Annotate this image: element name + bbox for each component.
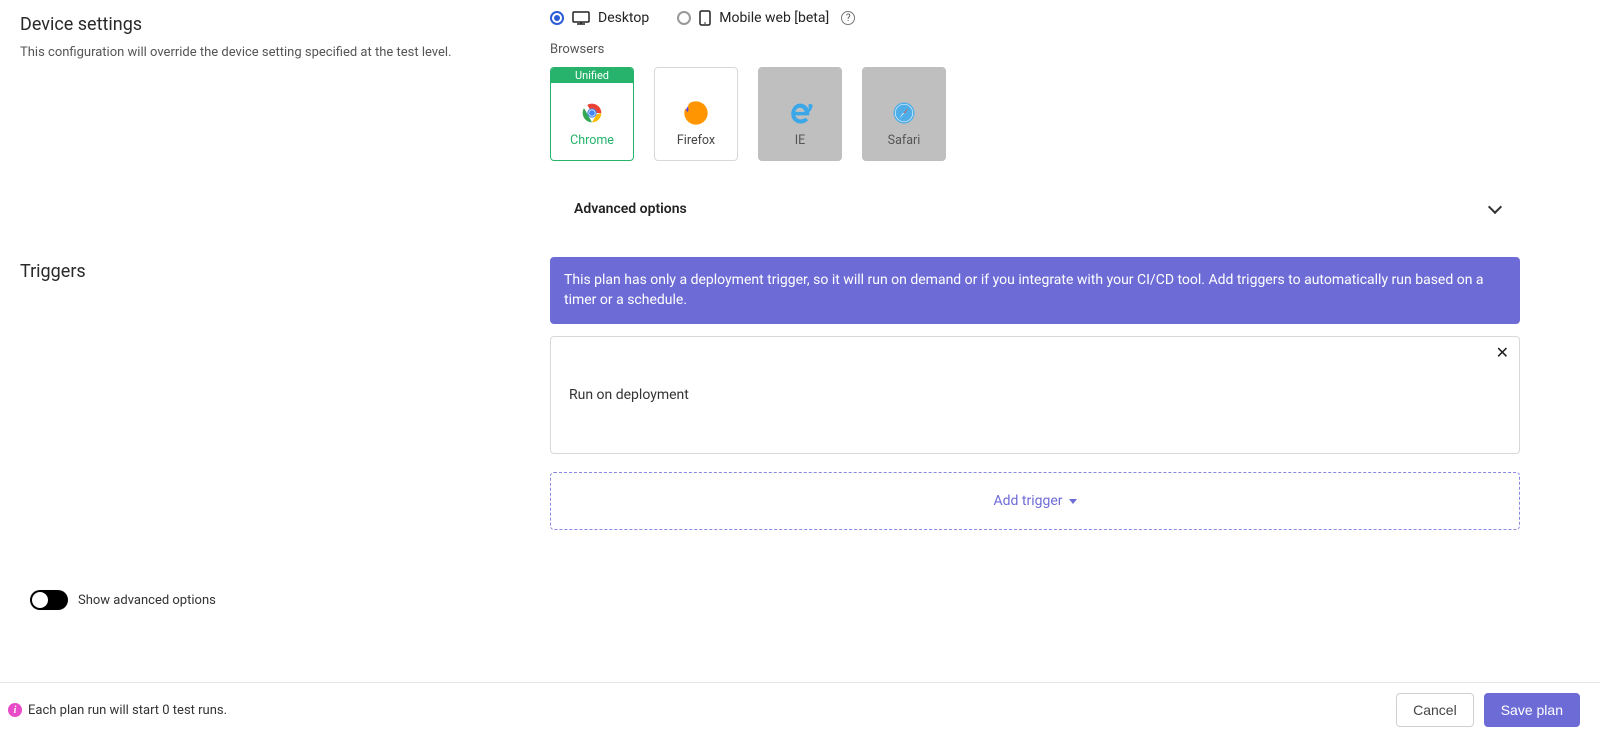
chevron-down-icon bbox=[1488, 200, 1502, 214]
browser-name: Chrome bbox=[570, 133, 614, 148]
show-advanced-toggle[interactable] bbox=[30, 590, 68, 610]
device-settings-section: Device settings This configuration will … bbox=[20, 10, 1580, 227]
cancel-button[interactable]: Cancel bbox=[1396, 693, 1474, 727]
browser-ie[interactable]: IE bbox=[758, 67, 842, 161]
unified-badge: Unified bbox=[551, 68, 633, 83]
radio-mobile[interactable]: Mobile web [beta] ? bbox=[677, 10, 855, 26]
browser-name: IE bbox=[795, 133, 806, 148]
browser-name: Firefox bbox=[677, 133, 715, 148]
advanced-options-toggle[interactable]: Advanced options bbox=[550, 161, 1520, 227]
advanced-options-label: Advanced options bbox=[574, 201, 687, 217]
close-icon[interactable]: ✕ bbox=[1496, 345, 1509, 361]
trigger-label: Run on deployment bbox=[569, 387, 689, 403]
device-type-radios: Desktop Mobile web [beta] ? bbox=[550, 10, 1520, 26]
show-advanced-row: Show advanced options bbox=[20, 560, 1580, 630]
browsers-label: Browsers bbox=[550, 42, 1520, 57]
triggers-section: Triggers This plan has only a deployment… bbox=[20, 257, 1580, 530]
mobile-icon bbox=[699, 10, 711, 26]
triggers-info-banner: This plan has only a deployment trigger,… bbox=[550, 257, 1520, 324]
save-plan-button[interactable]: Save plan bbox=[1484, 693, 1580, 727]
footer-info-text: Each plan run will start 0 test runs. bbox=[28, 703, 227, 718]
browser-tiles: Unified Chrome Firefox bbox=[550, 67, 1520, 161]
ie-icon bbox=[786, 99, 814, 127]
triggers-title: Triggers bbox=[20, 261, 530, 282]
radio-desktop[interactable]: Desktop bbox=[550, 10, 649, 26]
show-advanced-label: Show advanced options bbox=[78, 593, 216, 608]
browser-firefox[interactable]: Firefox bbox=[654, 67, 738, 161]
device-settings-title: Device settings bbox=[20, 14, 530, 35]
radio-mobile-label: Mobile web [beta] bbox=[719, 10, 829, 26]
browser-chrome[interactable]: Unified Chrome bbox=[550, 67, 634, 161]
radio-empty-icon bbox=[677, 11, 691, 25]
radio-desktop-label: Desktop bbox=[598, 10, 649, 26]
footer: i Each plan run will start 0 test runs. … bbox=[0, 682, 1600, 737]
caret-down-icon bbox=[1069, 499, 1077, 504]
info-icon: i bbox=[8, 703, 22, 717]
browser-safari[interactable]: Safari bbox=[862, 67, 946, 161]
safari-icon bbox=[890, 99, 918, 127]
radio-dot-icon bbox=[550, 11, 564, 25]
desktop-icon bbox=[572, 11, 590, 25]
add-trigger-label: Add trigger bbox=[993, 493, 1062, 509]
trigger-card: ✕ Run on deployment bbox=[550, 336, 1520, 454]
help-icon[interactable]: ? bbox=[841, 11, 855, 25]
firefox-icon bbox=[682, 99, 710, 127]
chrome-icon bbox=[578, 99, 606, 127]
device-settings-desc: This configuration will override the dev… bbox=[20, 45, 530, 60]
add-trigger-button[interactable]: Add trigger bbox=[550, 472, 1520, 530]
browser-name: Safari bbox=[888, 133, 921, 148]
